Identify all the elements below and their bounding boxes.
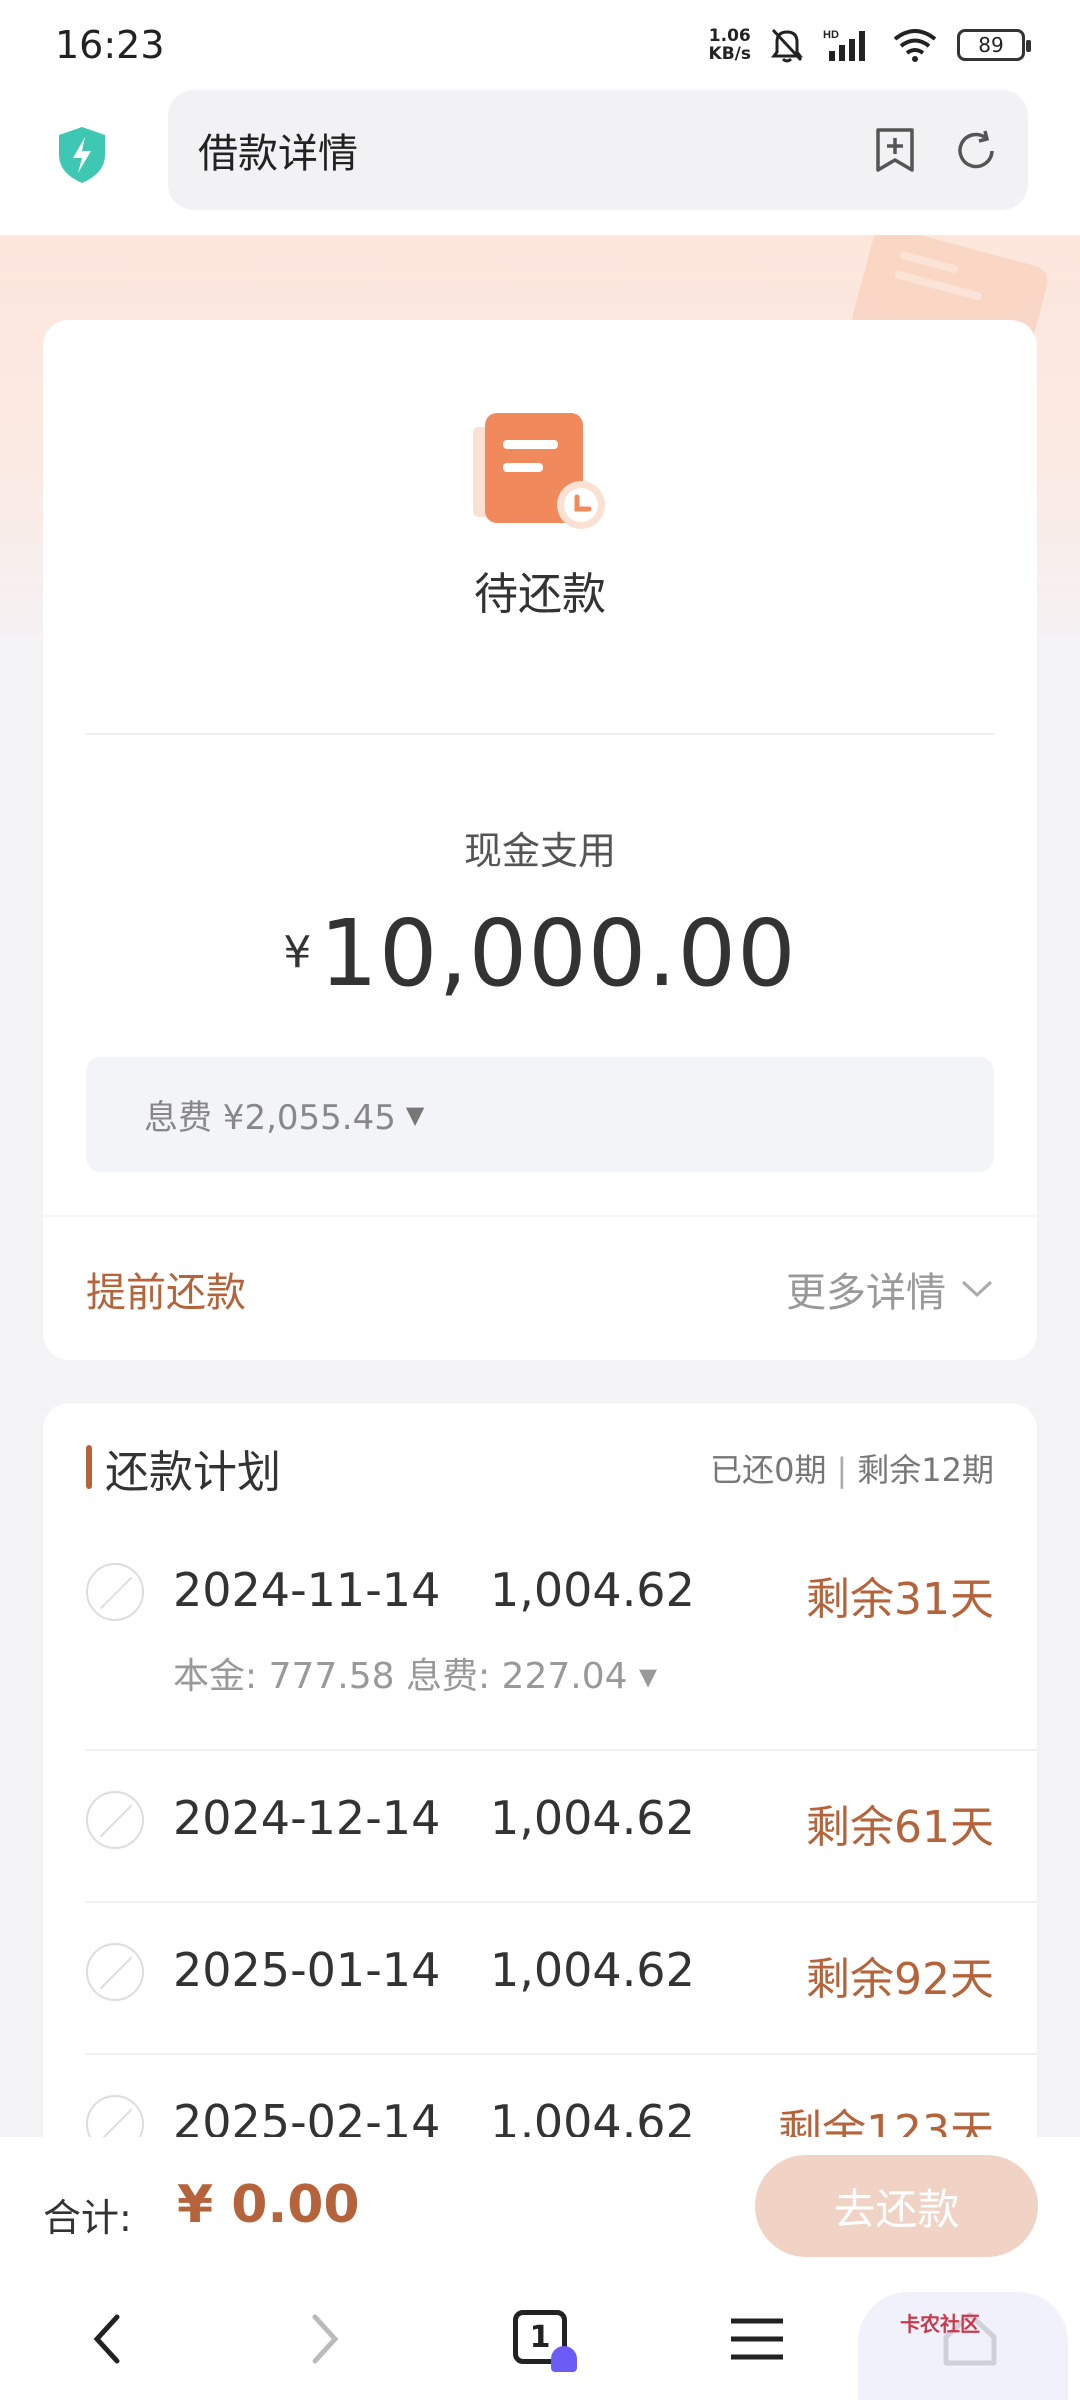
plan-title: 还款计划 — [105, 1447, 281, 1498]
mute-bell-icon — [769, 26, 805, 64]
currency-symbol: ¥ — [283, 927, 312, 978]
installment-date: 2025-01-14 — [173, 1943, 441, 1997]
address-bar[interactable]: 借款详情 — [168, 90, 1028, 210]
battery-indicator: 89 — [957, 29, 1031, 61]
ghost-mode-icon — [551, 2346, 577, 2372]
amount-label: 现金支用 — [463, 829, 616, 873]
amount-value: 10,000.00 — [319, 900, 797, 1007]
tabs-button[interactable]: 1 — [505, 2304, 577, 2374]
checkbox-icon[interactable] — [86, 1563, 144, 1621]
divider — [86, 1749, 1037, 1751]
total-label: 合计: — [43, 2196, 132, 2240]
security-shield-icon[interactable] — [55, 125, 109, 185]
forward-icon[interactable] — [290, 2304, 360, 2374]
plan-progress: 已还0期 | 剩余12期 — [710, 1451, 994, 1489]
checkbox-icon[interactable] — [86, 1791, 144, 1849]
divider — [86, 2053, 1037, 2055]
installment-amount: 1,004.62 — [490, 1563, 695, 1617]
loan-status: 待还款 — [474, 569, 606, 620]
status-bar: 16:23 1.06 KB/s HD 89 — [0, 0, 1080, 90]
installment-amount: 1,004.62 — [490, 1943, 695, 1997]
status-indicators: 1.06 KB/s HD 89 — [708, 26, 1031, 64]
installment-date: 2024-11-14 — [173, 1563, 441, 1617]
days-remaining: 剩余92天 — [806, 1954, 994, 2005]
section-accent-bar — [86, 1445, 92, 1489]
back-icon[interactable] — [72, 2304, 142, 2374]
divider — [86, 733, 994, 735]
watermark-logo: 卡农社区 — [900, 2312, 980, 2336]
cell-signal-icon: HD — [823, 27, 873, 63]
menu-icon[interactable] — [722, 2304, 792, 2374]
status-time: 16:23 — [55, 23, 165, 67]
total-value: ¥ 0.00 — [177, 2175, 360, 2235]
browser-top-bar: 借款详情 — [0, 90, 1080, 235]
installment-amount: 1,004.62 — [490, 1791, 695, 1845]
repay-button[interactable]: 去还款 — [755, 2155, 1038, 2257]
days-remaining: 剩余31天 — [806, 1574, 994, 1625]
page-title: 借款详情 — [198, 131, 358, 177]
loan-amount: ¥10,000.00 — [43, 900, 1037, 1007]
loan-summary-card: 待还款 现金支用 ¥10,000.00 息费 ¥2,055.45 ▼ 提前还款 … — [43, 320, 1037, 1360]
fee-summary[interactable]: 息费 ¥2,055.45 ▼ — [86, 1057, 994, 1172]
repay-action-bar: 合计: ¥ 0.00 去还款 — [0, 2137, 1080, 2272]
days-remaining: 剩余61天 — [806, 1802, 994, 1853]
caret-down-icon: ▼ — [405, 1100, 425, 1129]
prepay-link[interactable]: 提前还款 — [86, 1260, 246, 1318]
refresh-icon[interactable] — [952, 127, 1000, 175]
installment-date: 2024-12-14 — [173, 1791, 441, 1845]
checkbox-icon[interactable] — [86, 1943, 144, 2001]
network-speed: 1.06 KB/s — [708, 26, 751, 64]
divider — [86, 1901, 1037, 1903]
fee-text: 息费 ¥2,055.45 — [144, 1098, 396, 1138]
wifi-icon — [891, 27, 939, 63]
installment-breakdown[interactable]: 本金: 777.58 息费: 227.04 ▾ — [173, 1647, 657, 1699]
divider — [43, 1215, 1037, 1217]
more-details-link[interactable]: 更多详情 — [786, 1260, 994, 1318]
chevron-down-icon — [961, 1280, 993, 1298]
more-details-label: 更多详情 — [786, 1270, 946, 1316]
svg-text:HD: HD — [823, 29, 839, 41]
add-bookmark-icon[interactable] — [872, 126, 918, 174]
pending-bill-icon — [473, 413, 605, 529]
